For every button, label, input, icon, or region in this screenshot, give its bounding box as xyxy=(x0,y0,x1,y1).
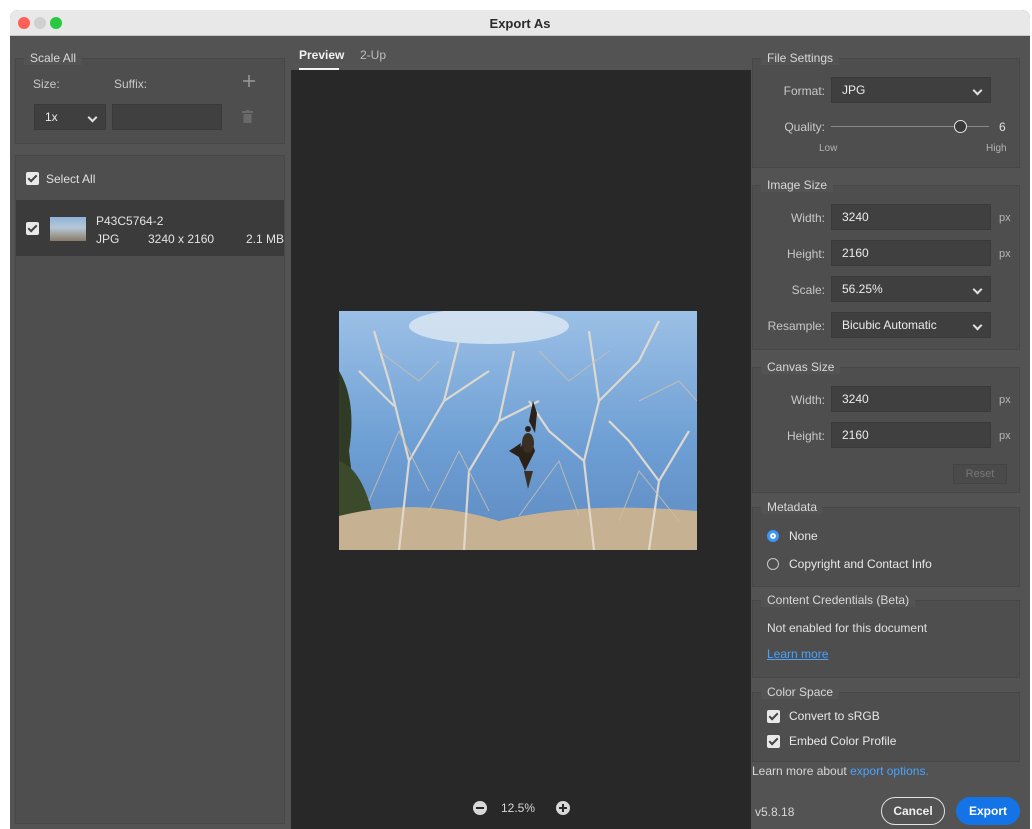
canvas-width-input[interactable]: 3240 xyxy=(831,386,991,412)
scale-all-legend: Scale All xyxy=(24,51,83,65)
convert-srgb-checkbox[interactable] xyxy=(767,710,780,723)
learn-more-prefix: Learn more about xyxy=(752,764,851,778)
format-value: JPG xyxy=(842,83,866,97)
reset-button[interactable]: Reset xyxy=(953,464,1007,484)
metadata-copyright-label: Copyright and Contact Info xyxy=(789,557,932,571)
add-scale-icon[interactable] xyxy=(243,75,255,87)
asset-row[interactable]: P43C5764-2 JPG 3240 x 2160 2.1 MB xyxy=(16,200,284,256)
content-credentials-panel: Content Credentials (Beta) Not enabled f… xyxy=(752,593,1020,678)
tab-preview-label: Preview xyxy=(299,48,345,62)
metadata-legend: Metadata xyxy=(761,500,824,514)
color-space-panel: Color Space Convert to sRGB Embed Color … xyxy=(752,685,1020,762)
quality-slider-handle[interactable] xyxy=(954,120,967,133)
size-label: Size: xyxy=(33,77,60,91)
asset-dimensions: 3240 x 2160 xyxy=(148,232,215,246)
resample-label: Resample: xyxy=(767,319,825,333)
image-size-panel: Image Size Width: 3240 px Height: 2160 p… xyxy=(752,178,1020,350)
select-all-label: Select All xyxy=(46,172,96,186)
tab-preview[interactable]: Preview xyxy=(299,48,345,70)
embed-profile-checkbox[interactable] xyxy=(767,735,780,748)
scale-all-panel: Scale All Size: Suffix: 1x xyxy=(15,51,285,144)
chevron-down-icon xyxy=(87,112,98,123)
canvas-height-input[interactable]: 2160 xyxy=(831,422,991,448)
asset-checkbox[interactable] xyxy=(26,222,39,235)
scale-value: 56.25% xyxy=(842,282,883,296)
metadata-none-label: None xyxy=(789,529,818,543)
metadata-copyright-radio[interactable] xyxy=(767,558,779,570)
color-space-legend: Color Space xyxy=(761,685,840,699)
chevron-down-icon xyxy=(972,320,983,331)
credentials-status: Not enabled for this document xyxy=(767,621,928,635)
canvas-height-unit: px xyxy=(999,430,1011,442)
scale-label: Scale: xyxy=(791,283,825,297)
tab-2-up[interactable]: 2-Up xyxy=(360,48,386,62)
resample-value: Bicubic Automatic xyxy=(842,318,937,332)
zoom-level: 12.5% xyxy=(501,801,536,815)
image-size-legend: Image Size xyxy=(761,178,834,192)
image-width-label: Width: xyxy=(790,211,825,225)
convert-srgb-label: Convert to sRGB xyxy=(789,709,880,723)
asset-format: JPG xyxy=(96,232,120,246)
image-width-unit: px xyxy=(999,212,1011,224)
asset-thumbnail xyxy=(50,217,86,241)
suffix-input[interactable] xyxy=(112,104,222,130)
assets-panel: Select All P43C5764-2 JPG 3240 x 2160 2.… xyxy=(15,155,285,824)
metadata-panel: Metadata None Copyright and Contact Info xyxy=(752,500,1020,587)
scale-select[interactable]: 56.25% xyxy=(831,276,991,302)
scale-size-value: 1x xyxy=(45,110,58,124)
format-select[interactable]: JPG xyxy=(831,77,991,103)
select-all-checkbox[interactable] xyxy=(26,172,39,185)
image-height-unit: px xyxy=(999,248,1011,260)
canvas-size-legend: Canvas Size xyxy=(761,360,841,374)
format-label: Format: xyxy=(783,84,825,98)
window-title: Export As xyxy=(489,16,551,31)
image-height-label: Height: xyxy=(786,247,825,261)
file-settings-panel: File Settings Format: JPG Quality: 6 Low… xyxy=(752,51,1020,168)
zoom-in-icon[interactable] xyxy=(556,801,570,815)
image-height-input[interactable]: 2160 xyxy=(831,240,991,266)
canvas-size-panel: Canvas Size Width: 3240 px Height: 2160 … xyxy=(752,360,1020,493)
resample-select[interactable]: Bicubic Automatic xyxy=(831,312,991,338)
canvas-width-unit: px xyxy=(999,394,1011,406)
export-button[interactable]: Export xyxy=(956,797,1020,825)
learn-more-export: Learn more about export options. xyxy=(752,764,929,778)
quality-label: Quality: xyxy=(784,120,825,134)
preview-image xyxy=(339,311,697,550)
export-as-window: Export As Scale All Size: Suffix: 1x Sel… xyxy=(10,10,1030,829)
preview-canvas: 12.5% xyxy=(291,70,751,829)
embed-profile-label: Embed Color Profile xyxy=(789,734,897,748)
canvas-width-label: Width: xyxy=(790,393,825,407)
cancel-button[interactable]: Cancel xyxy=(881,797,945,825)
asset-file-size: 2.1 MB xyxy=(246,232,285,246)
suffix-label: Suffix: xyxy=(114,77,148,91)
quality-value: 6 xyxy=(999,120,1006,134)
chevron-down-icon xyxy=(972,284,983,295)
title-bar: Export As xyxy=(10,10,1030,36)
scale-size-select[interactable]: 1x xyxy=(34,104,106,130)
asset-name: P43C5764-2 xyxy=(96,214,164,228)
version-label: v5.8.18 xyxy=(755,805,795,819)
quality-low-label: Low xyxy=(819,143,838,154)
trash-icon[interactable] xyxy=(242,110,253,123)
credentials-learn-more-link[interactable]: Learn more xyxy=(767,647,828,661)
image-width-input[interactable]: 3240 xyxy=(831,204,991,230)
chevron-down-icon xyxy=(972,85,983,96)
zoom-out-icon[interactable] xyxy=(473,801,487,815)
metadata-none-radio[interactable] xyxy=(767,530,779,542)
export-options-link[interactable]: export options. xyxy=(850,764,929,778)
canvas-height-label: Height: xyxy=(786,429,825,443)
quality-high-label: High xyxy=(986,143,1007,154)
file-settings-legend: File Settings xyxy=(761,51,840,65)
preview-area: Preview 2-Up 12.5% xyxy=(291,40,751,829)
content-credentials-legend: Content Credentials (Beta) xyxy=(761,593,916,607)
